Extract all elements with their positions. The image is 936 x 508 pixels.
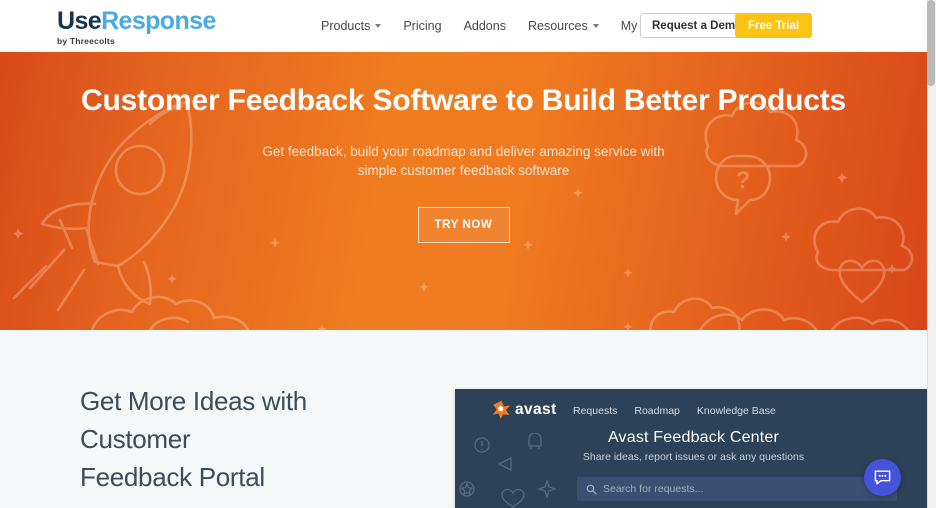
avast-nav-requests[interactable]: Requests — [573, 405, 617, 417]
nav-label-pricing: Pricing — [403, 19, 442, 33]
avast-logo-text: avast — [515, 400, 557, 418]
chat-widget-button[interactable] — [864, 459, 901, 496]
nav-item-pricing[interactable]: Pricing — [392, 0, 452, 52]
chevron-down-icon — [592, 24, 599, 28]
avast-logo-icon — [492, 400, 511, 419]
nav-label-addons: Addons — [463, 19, 506, 33]
avast-search-placeholder: Search for requests... — [603, 483, 704, 495]
site-header: UseResponse by Threecolts Products Prici… — [0, 0, 927, 52]
free-trial-button[interactable]: Free Trial — [735, 13, 813, 38]
page-root: UseResponse by Threecolts Products Prici… — [0, 0, 936, 508]
avast-nav-roadmap[interactable]: Roadmap — [634, 405, 680, 417]
chat-bubble-icon — [874, 470, 891, 485]
avast-subheading: Share ideas, report issues or ask any qu… — [582, 451, 805, 463]
scrollbar-thumb[interactable] — [927, 0, 935, 86]
logo-text-use: Use — [57, 7, 102, 35]
chevron-down-icon — [375, 24, 382, 28]
logo-wordmark: UseResponse — [57, 8, 216, 34]
logo-tagline: by Threecolts — [57, 36, 115, 46]
avast-search-bar[interactable]: Search for requests... — [577, 477, 897, 501]
avast-logo[interactable]: avast — [492, 400, 557, 419]
hero-title: Customer Feedback Software to Build Bett… — [81, 84, 846, 117]
section-text-column: Get More Ideas with Customer Feedback Po… — [80, 382, 420, 508]
logo-text-response: Response — [101, 7, 216, 35]
avast-heading: Avast Feedback Center — [607, 429, 780, 446]
hero-content: Customer Feedback Software to Build Bett… — [0, 82, 927, 243]
nav-item-addons[interactable]: Addons — [453, 0, 517, 52]
section-title-line2: Feedback Portal — [80, 462, 265, 492]
main-navigation: Products Pricing Addons Resources My Acc… — [310, 0, 696, 52]
search-icon — [586, 484, 597, 495]
avast-portal-preview: avast Requests Roadmap Knowledge Base Av… — [455, 389, 932, 508]
hero-subtitle-line2: simple customer feedback software — [357, 163, 570, 178]
site-logo[interactable]: UseResponse by Threecolts — [57, 8, 216, 46]
nav-label-resources: Resources — [527, 19, 588, 33]
nav-item-resources[interactable]: Resources — [517, 0, 610, 52]
nav-label-products: Products — [321, 19, 371, 33]
try-now-button[interactable]: TRY NOW — [417, 207, 510, 243]
avast-nav-knowledge-base[interactable]: Knowledge Base — [697, 405, 776, 417]
section-title: Get More Ideas with Customer Feedback Po… — [80, 382, 420, 496]
hero-subtitle: Get feedback, build your roadmap and del… — [0, 142, 927, 180]
hero-section: ? Customer Feedback Software to Build Be… — [0, 52, 927, 330]
avast-navigation: Requests Roadmap Knowledge Base — [573, 405, 776, 417]
avast-hero-text: Avast Feedback Center Share ideas, repor… — [455, 429, 932, 463]
nav-item-products[interactable]: Products — [310, 0, 392, 52]
hero-subtitle-line1: Get feedback, build your roadmap and del… — [262, 144, 665, 159]
section-title-line1: Get More Ideas with Customer — [80, 386, 307, 454]
